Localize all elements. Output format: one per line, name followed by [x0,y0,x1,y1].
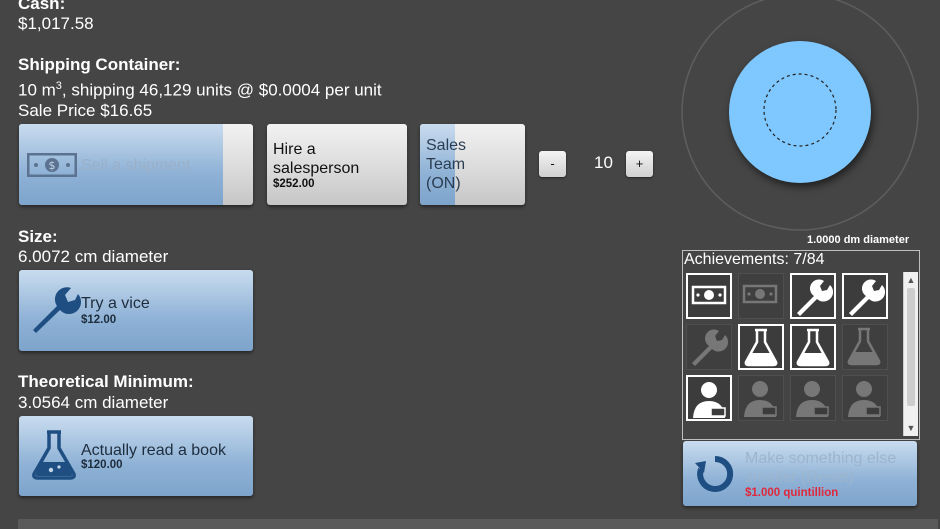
salesperson-icon [796,381,829,417]
salesperson-icon [693,382,726,418]
flask-icon [744,328,778,367]
achievement-tile[interactable] [842,375,888,421]
achievement-tile[interactable] [686,324,732,370]
theoretical-heading: Theoretical Minimum: [18,372,194,391]
hire-salesperson-cost: $252.00 [273,178,315,190]
achievement-tile[interactable] [738,324,784,370]
flask-icon [796,328,830,367]
achievement-tile[interactable] [842,324,888,370]
try-vice-cost: $12.00 [81,314,117,326]
reset-icon [695,455,734,492]
wrench-icon [849,279,886,316]
achievement-tile[interactable] [790,375,836,421]
scroll-down-icon[interactable]: ▼ [906,422,916,434]
reset-label: Make something else smaller (Reset) [745,450,897,486]
read-book-button[interactable]: Actually read a book $120.00 [19,416,253,496]
achievement-tile[interactable] [686,375,732,421]
visual-caption: 1.0000 dm diameter [807,234,910,246]
scrollbar-thumb[interactable] [907,288,915,406]
svg-text:$: $ [49,159,56,172]
reset-cost: $1.000 quintillion [745,487,839,499]
cash-value: $1,017.58 [18,14,94,33]
bottom-bar [18,519,938,529]
achievements-scrollbar[interactable]: ▲ ▼ [903,272,918,436]
achievement-tile[interactable] [738,375,784,421]
money-icon [742,284,778,304]
wrench-icon [797,279,834,316]
increase-button[interactable]: + [626,151,653,177]
money-icon [691,285,727,305]
sales-team-toggle[interactable]: Sales Team (ON) [420,124,525,205]
read-book-cost: $120.00 [81,459,123,471]
hire-salesperson-button[interactable]: Hire a salesperson $252.00 [267,124,407,205]
hire-salesperson-label: Hire a salesperson [273,141,360,177]
reset-button[interactable]: Make something else smaller (Reset) $1.0… [683,441,917,506]
cash-label: Cash: [18,0,66,13]
size-heading: Size: [18,227,58,246]
achievement-tile[interactable] [738,273,784,319]
try-vice-label: Try a vice [81,295,150,312]
flask-icon [32,430,76,480]
wrench-icon [33,287,82,333]
salesperson-count: 10 [594,153,613,172]
decrease-button[interactable]: - [539,151,566,177]
scroll-up-icon[interactable]: ▲ [906,274,916,286]
current-object-circle [729,41,871,183]
achievement-tile[interactable] [842,273,888,319]
salesperson-icon [848,381,881,417]
flask-icon [847,327,881,366]
read-book-label: Actually read a book [81,442,226,459]
size-visual [681,0,919,231]
sell-shipment-label: Sell a shipment [81,157,191,174]
shipping-heading: Shipping Container: [18,55,181,74]
achievements-title: Achievements: 7/84 [684,251,825,268]
salesperson-icon [744,381,777,417]
shipping-details: 10 m3, shipping 46,129 units @ $0.0004 p… [18,80,382,100]
theoretical-value: 3.0564 cm diameter [18,393,169,412]
sales-team-label: Sales Team (ON) [426,137,467,192]
sale-price: Sale Price $16.65 [18,101,153,120]
achievement-tile[interactable] [686,273,732,319]
money-icon: $ [27,153,77,177]
achievement-tile[interactable] [790,324,836,370]
sell-shipment-button[interactable]: $ Sell a shipment [19,124,253,205]
achievement-tile[interactable] [790,273,836,319]
achievements-panel: Achievements: 7/84 [682,250,920,440]
size-value: 6.0072 cm diameter [18,247,169,266]
try-vice-button[interactable]: Try a vice $12.00 [19,270,253,351]
wrench-icon [692,329,729,366]
